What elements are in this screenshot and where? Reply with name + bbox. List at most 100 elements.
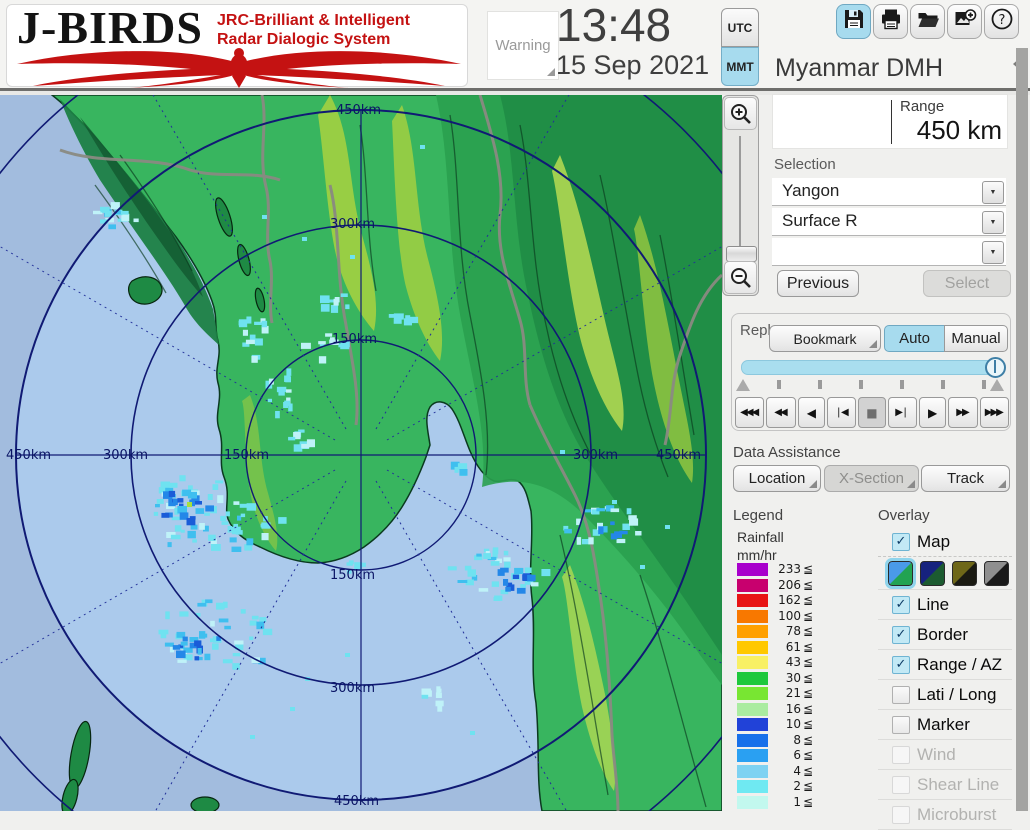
play-back-button[interactable]: ◀ (798, 397, 825, 428)
replay-slider-track[interactable] (741, 360, 1001, 375)
overlay-label: Lati / Long (917, 685, 996, 705)
ring-label: 300km (330, 681, 375, 696)
replay-slider-handle[interactable] (985, 357, 1006, 378)
panel-edge-strip[interactable] (1016, 48, 1028, 811)
map-style-1-selected[interactable] (888, 561, 913, 586)
chevron-down-icon[interactable]: ▼ (982, 211, 1004, 234)
checkbox-checked[interactable]: ✓ (892, 656, 910, 674)
legend-value: 6 (771, 748, 801, 762)
warning-button[interactable]: Warning (487, 11, 559, 80)
magnifier-minus-icon (729, 266, 753, 290)
replay-mode-manual-button[interactable]: Manual (944, 325, 1008, 352)
checkbox-checked[interactable]: ✓ (892, 626, 910, 644)
replay-mode-auto-button[interactable]: Auto (884, 325, 945, 352)
selection-dropdown-2[interactable]: Surface R▼ (772, 208, 1006, 236)
step-forward-button[interactable]: ▶❘ (888, 397, 917, 428)
chevron-down-icon[interactable]: ▼ (982, 181, 1004, 204)
overlay-item-marker[interactable]: Marker (878, 710, 1012, 740)
checkbox-unchecked[interactable] (892, 716, 910, 734)
select-button[interactable]: Select (923, 270, 1011, 297)
image-plus-icon (953, 7, 977, 36)
magnifier-plus-icon (729, 102, 753, 126)
jbirds-app: { "header": { "logo": { "title": "J-BIRD… (0, 0, 1030, 811)
location-button[interactable]: Location (733, 465, 821, 492)
radar-map[interactable]: 450km300km150km150km300km450km450km300km… (0, 95, 722, 811)
legend-operator: ≦ (803, 686, 813, 700)
zoom-slider-track[interactable] (739, 136, 741, 254)
ring-label: 150km (330, 568, 375, 583)
slider-tick (777, 380, 781, 389)
data-assistance-label: Data Assistance (733, 444, 841, 461)
legend-entry: 21≦ (737, 687, 815, 700)
selection-dropdown-1[interactable]: Yangon▼ (772, 178, 1006, 206)
help-button[interactable]: ? (984, 4, 1019, 39)
slider-tick (900, 380, 904, 389)
legend-unit-line1: Rainfall (737, 528, 784, 546)
fast-forward-button[interactable]: ▶▶▶ (980, 397, 1009, 428)
stop-button[interactable]: ■ (858, 397, 885, 428)
legend-swatch (737, 780, 768, 793)
overlay-item-lati-long[interactable]: Lati / Long (878, 680, 1012, 710)
checkbox-unchecked (892, 806, 910, 824)
map-style-2[interactable] (920, 561, 945, 586)
legend-entry: 30≦ (737, 672, 815, 685)
question-icon: ? (990, 7, 1014, 36)
open-button[interactable] (910, 4, 945, 39)
zoom-out-button[interactable] (724, 261, 757, 294)
bookmark-button[interactable]: Bookmark (769, 325, 881, 352)
legend-operator: ≦ (803, 779, 813, 793)
legend-value: 206 (771, 578, 801, 592)
floppy-icon (842, 7, 866, 36)
zoom-slider-handle[interactable] (726, 246, 757, 262)
checkbox-unchecked (892, 746, 910, 764)
previous-button[interactable]: Previous (777, 270, 859, 297)
play-button[interactable]: ▶ (919, 397, 946, 428)
legend-value: 100 (771, 609, 801, 623)
legend-value: 10 (771, 717, 801, 731)
legend-swatch (737, 641, 768, 654)
legend-swatch (737, 579, 768, 592)
track-button[interactable]: Track (921, 465, 1010, 492)
ring-label: 450km (336, 103, 381, 118)
map-zoom-widget (722, 95, 759, 296)
map-style-4[interactable] (984, 561, 1009, 586)
legend-value: 8 (771, 733, 801, 747)
overlay-item-border[interactable]: ✓Border (878, 620, 1012, 650)
step-back-button[interactable]: ❘◀ (827, 397, 856, 428)
overlay-label: Map (917, 532, 950, 552)
timezone-utc-button[interactable]: UTC (721, 8, 759, 47)
selection-dropdown-3[interactable]: ▼ (772, 238, 1006, 266)
checkbox-checked[interactable]: ✓ (892, 533, 910, 551)
save-button[interactable] (836, 4, 871, 39)
overlay-item-map[interactable]: ✓ Map (878, 527, 1012, 557)
overlay-item-line[interactable]: ✓ Line (878, 590, 1012, 620)
slider-tick (982, 380, 986, 389)
checkbox-unchecked[interactable] (892, 686, 910, 704)
forward-button[interactable]: ▶▶ (948, 397, 977, 428)
warning-label: Warning (495, 37, 550, 54)
legend-swatch (737, 703, 768, 716)
legend-operator: ≦ (803, 562, 813, 576)
legend-operator: ≦ (803, 640, 813, 654)
zoom-in-button[interactable] (724, 97, 757, 130)
overlay-label: Line (917, 595, 949, 615)
timezone-mmt-button[interactable]: MMT (721, 47, 759, 86)
checkbox-checked[interactable]: ✓ (892, 596, 910, 614)
legend-operator: ≦ (803, 578, 813, 592)
legend-entry: 2≦ (737, 780, 815, 793)
fast-rewind-button[interactable]: ◀◀◀ (735, 397, 764, 428)
legend-entry: 4≦ (737, 765, 815, 778)
rewind-button[interactable]: ◀◀ (766, 397, 795, 428)
auto-label: Auto (899, 330, 930, 347)
x-section-button[interactable]: X-Section (824, 465, 919, 492)
map-style-3[interactable] (952, 561, 977, 586)
chevron-down-icon[interactable]: ▼ (982, 241, 1004, 264)
legend-value: 30 (771, 671, 801, 685)
export-image-button[interactable] (947, 4, 982, 39)
legend-swatch (737, 563, 768, 576)
overlay-item-range-az[interactable]: ✓ Range / AZ (878, 650, 1012, 680)
overlay-label: Wind (917, 745, 956, 765)
overlay-label: Range / AZ (917, 655, 1002, 675)
legend-entry: 162≦ (737, 594, 815, 607)
print-button[interactable] (873, 4, 908, 39)
